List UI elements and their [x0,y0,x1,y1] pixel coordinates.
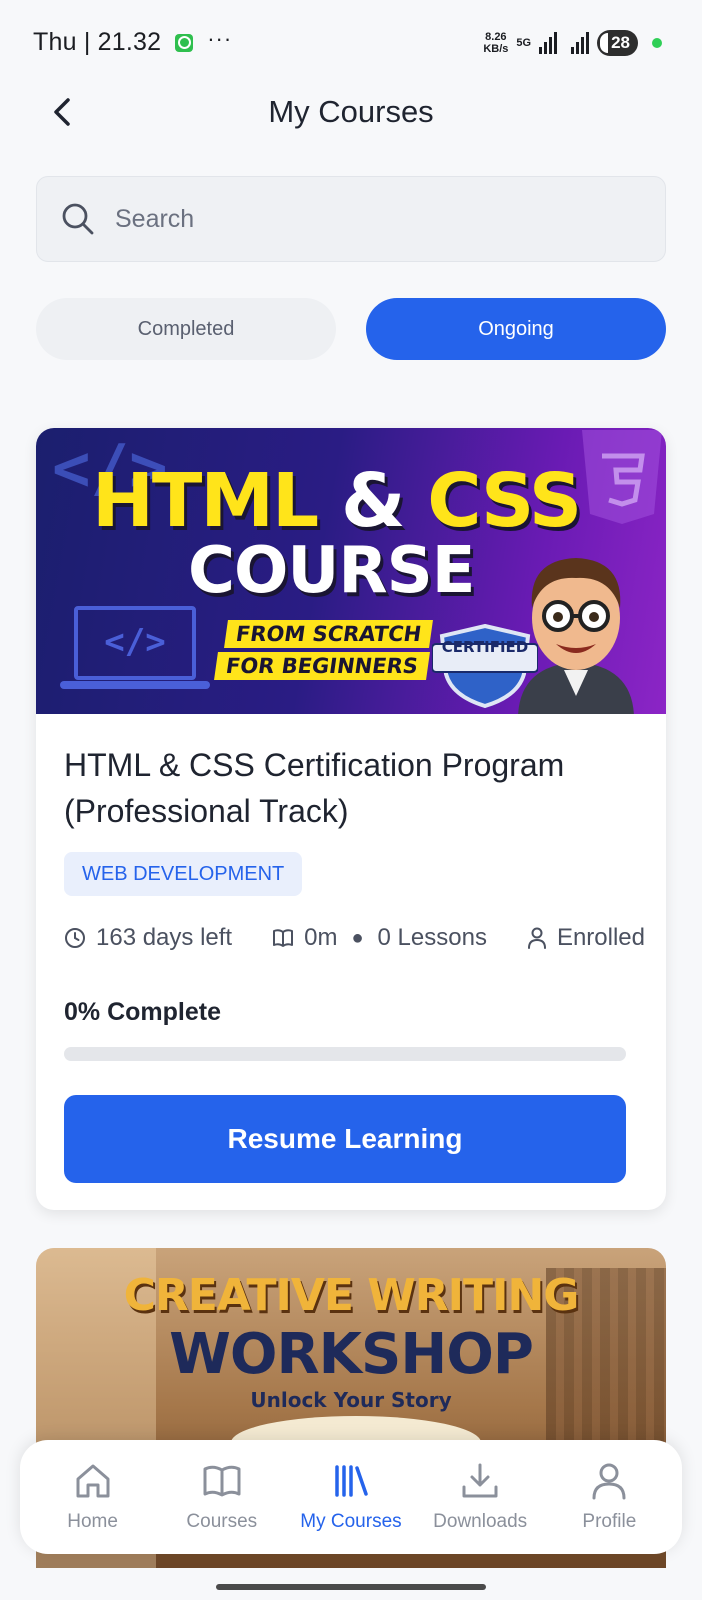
course-card-body: HTML & CSS Certification Program (Profes… [64,714,645,1183]
course-card[interactable]: </> HTML & CSS COURSE </> FROM SCRATCH F… [36,428,666,1210]
category-tag: WEB DEVELOPMENT [64,852,303,896]
banner-title: HTML & CSS [92,458,582,544]
privacy-indicator-dot [652,38,662,48]
banner-ribbon-beginners: FOR BEGINNERS [214,652,430,680]
css3-logo-icon [582,430,662,524]
network-speed: 8.26 KB/s [483,31,509,55]
bottom-navigation: Home Courses My Courses Downloads Profil… [20,1440,682,1554]
banner-title: CREATIVE WRITING [123,1270,580,1321]
nav-item-my-courses[interactable]: My Courses [289,1461,413,1533]
signal-strength-icon [539,32,558,54]
nav-item-profile[interactable]: Profile [547,1461,671,1533]
days-left: 163 days left [64,924,232,952]
progress-bar [64,1047,626,1061]
lesson-count: 0 Lessons [377,924,487,951]
status-bar: Thu | 21.32 ··· 8.26 KB/s 5G 28 [0,0,702,90]
library-icon [335,1465,368,1497]
nav-item-downloads[interactable]: Downloads [418,1461,542,1533]
download-icon [462,1463,498,1498]
search-bar[interactable] [36,176,666,262]
more-notifications-icon: ··· [207,25,233,51]
book-open-icon [273,929,294,947]
nav-item-home[interactable]: Home [31,1461,155,1533]
book-icon [203,1465,241,1497]
course-banner-image: </> HTML & CSS COURSE </> FROM SCRATCH F… [36,428,666,714]
page-title: My Courses [268,94,434,129]
course-status-tabs: Completed Ongoing [36,298,666,360]
whatsapp-notification-icon [175,33,194,52]
status-time: Thu | 21.32 [33,28,162,56]
course-duration: 0m [272,924,337,952]
enrollment-status: Enrolled [527,924,645,952]
tab-completed[interactable]: Completed [36,298,336,360]
search-input[interactable] [115,204,615,234]
home-icon [76,1464,110,1498]
banner-tagline: Unlock Your Story [250,1388,452,1412]
user-icon [592,1463,626,1500]
resume-learning-button[interactable]: Resume Learning [64,1095,626,1183]
course-title: HTML & CSS Certification Program (Profes… [64,747,565,829]
tab-ongoing[interactable]: Ongoing [366,298,666,360]
banner-ribbon-scratch: FROM SCRATCH [224,620,434,648]
progress-label: 0% Complete [64,998,221,1026]
app-header: My Courses [0,80,702,144]
network-type: 5G [516,37,532,49]
user-icon [527,927,546,949]
laptop-icon: </> [74,606,196,680]
battery-icon: 28 [597,30,638,56]
nav-item-courses[interactable]: Courses [160,1461,284,1533]
course-meta: 163 days left 0m ● 0 Lessons Enrolled [64,924,645,952]
system-home-indicator[interactable] [216,1584,486,1590]
search-icon [62,203,94,235]
instructor-avatar [518,558,634,714]
signal-strength-2-icon [571,32,590,54]
banner-subtitle: WORKSHOP [169,1322,534,1387]
banner-subtitle: COURSE [188,534,475,608]
clock-icon [65,928,85,948]
